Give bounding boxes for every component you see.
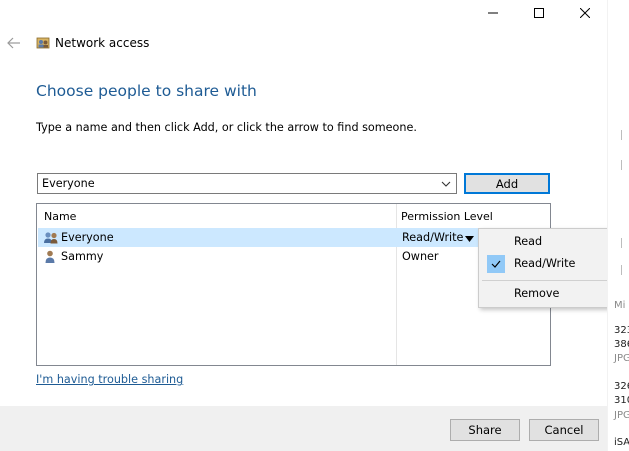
background-text: JPG [614, 410, 629, 421]
row-name: Everyone [61, 231, 114, 244]
column-header-permission[interactable]: Permission Level [401, 204, 493, 228]
dialog-footer: Share Cancel [0, 406, 607, 451]
user-icon [43, 249, 59, 264]
share-button[interactable]: Share [450, 419, 520, 441]
background-text: 323 [614, 325, 629, 336]
minimize-button[interactable] [470, 0, 516, 26]
background-text: iSA [614, 437, 629, 448]
network-share-icon [36, 36, 50, 50]
column-header-name[interactable]: Name [44, 204, 76, 228]
check-slot [487, 285, 505, 303]
divider [621, 130, 622, 140]
divider [621, 160, 622, 170]
add-button[interactable]: Add [464, 173, 550, 194]
permission-menu: Read Read/Write Remove [478, 228, 627, 308]
menu-separator [482, 280, 623, 281]
check-slot [487, 233, 505, 251]
menu-item-label: Remove [514, 287, 560, 300]
network-access-window: Network access Choose people to share wi… [0, 0, 627, 451]
maximize-button[interactable] [516, 0, 562, 26]
menu-item-read-write[interactable]: Read/Write [480, 253, 625, 275]
row-permission: Owner [402, 250, 439, 263]
background-text: 310 [614, 395, 629, 406]
row-permission[interactable]: Read/Write [402, 231, 463, 244]
group-icon [43, 230, 59, 245]
permission-dropdown-icon[interactable] [465, 233, 475, 242]
page-heading: Choose people to share with [36, 82, 257, 100]
close-button[interactable] [562, 0, 608, 26]
chevron-down-icon[interactable] [438, 175, 454, 192]
divider [621, 265, 622, 275]
divider [621, 238, 622, 248]
back-arrow-icon [7, 37, 20, 49]
background-text: JPG [614, 353, 629, 364]
background-text: 386 [614, 339, 629, 350]
row-name: Sammy [61, 250, 104, 263]
background-text: 326 [614, 381, 629, 392]
list-row-sammy[interactable]: Sammy Owner [38, 247, 550, 266]
instruction-text: Type a name and then click Add, or click… [36, 121, 417, 134]
cancel-button[interactable]: Cancel [529, 419, 599, 441]
menu-item-read[interactable]: Read [480, 231, 625, 253]
back-button[interactable] [4, 33, 24, 53]
user-select-combobox[interactable]: Everyone [37, 173, 457, 194]
menu-item-label: Read [514, 235, 543, 248]
sharing-list[interactable]: Name Permission Level Everyone Read/Writ… [36, 203, 551, 366]
menu-item-label: Read/Write [514, 257, 576, 270]
maximize-icon [534, 8, 544, 18]
checkmark-icon [487, 255, 505, 273]
background-window-edge: Mi 323 386 JPG 326 310 JPG iSA [607, 0, 629, 451]
background-text: Mi [614, 300, 626, 311]
close-icon [580, 8, 590, 18]
minimize-icon [488, 12, 498, 14]
window-title-text: Network access [55, 36, 150, 50]
user-select-value: Everyone [42, 177, 95, 190]
menu-item-remove[interactable]: Remove [480, 283, 625, 305]
trouble-sharing-link[interactable]: I'm having trouble sharing [36, 373, 183, 386]
list-row-everyone[interactable]: Everyone Read/Write [38, 228, 550, 247]
window-title: Network access [36, 34, 149, 52]
